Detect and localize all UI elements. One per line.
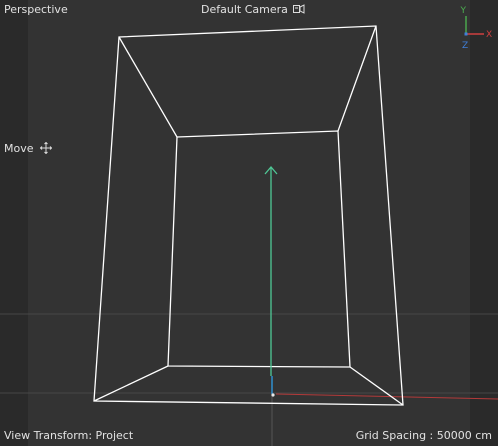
gizmo-z-label: Z: [462, 41, 468, 51]
view-name-label[interactable]: Perspective: [4, 3, 68, 17]
gizmo-z-axis: [464, 32, 468, 36]
viewport-left-margin: [0, 0, 28, 446]
move-icon: [40, 142, 52, 154]
camera-label: Default Camera: [201, 3, 288, 16]
gizmo-y-label: Y: [460, 6, 467, 16]
camera-menu[interactable]: Default Camera: [201, 3, 305, 17]
editor-viewport[interactable]: Perspective Default Camera Move View Tra…: [0, 0, 498, 446]
manipulator-pivot[interactable]: [271, 393, 275, 397]
tool-name: Move: [4, 142, 34, 155]
gizmo-x-label: X: [486, 30, 492, 40]
view-transform-label[interactable]: View Transform: Project: [4, 429, 133, 443]
viewport-right-margin: [470, 0, 498, 446]
active-tool-label[interactable]: Move: [4, 142, 52, 156]
axis-orientation-gizmo: Y X Z: [460, 6, 493, 51]
grid-spacing-label: Grid Spacing : 50000 cm: [355, 429, 492, 442]
viewport-center: [28, 0, 470, 446]
camera-icon: [293, 4, 305, 14]
viewport-scene[interactable]: [0, 0, 498, 446]
